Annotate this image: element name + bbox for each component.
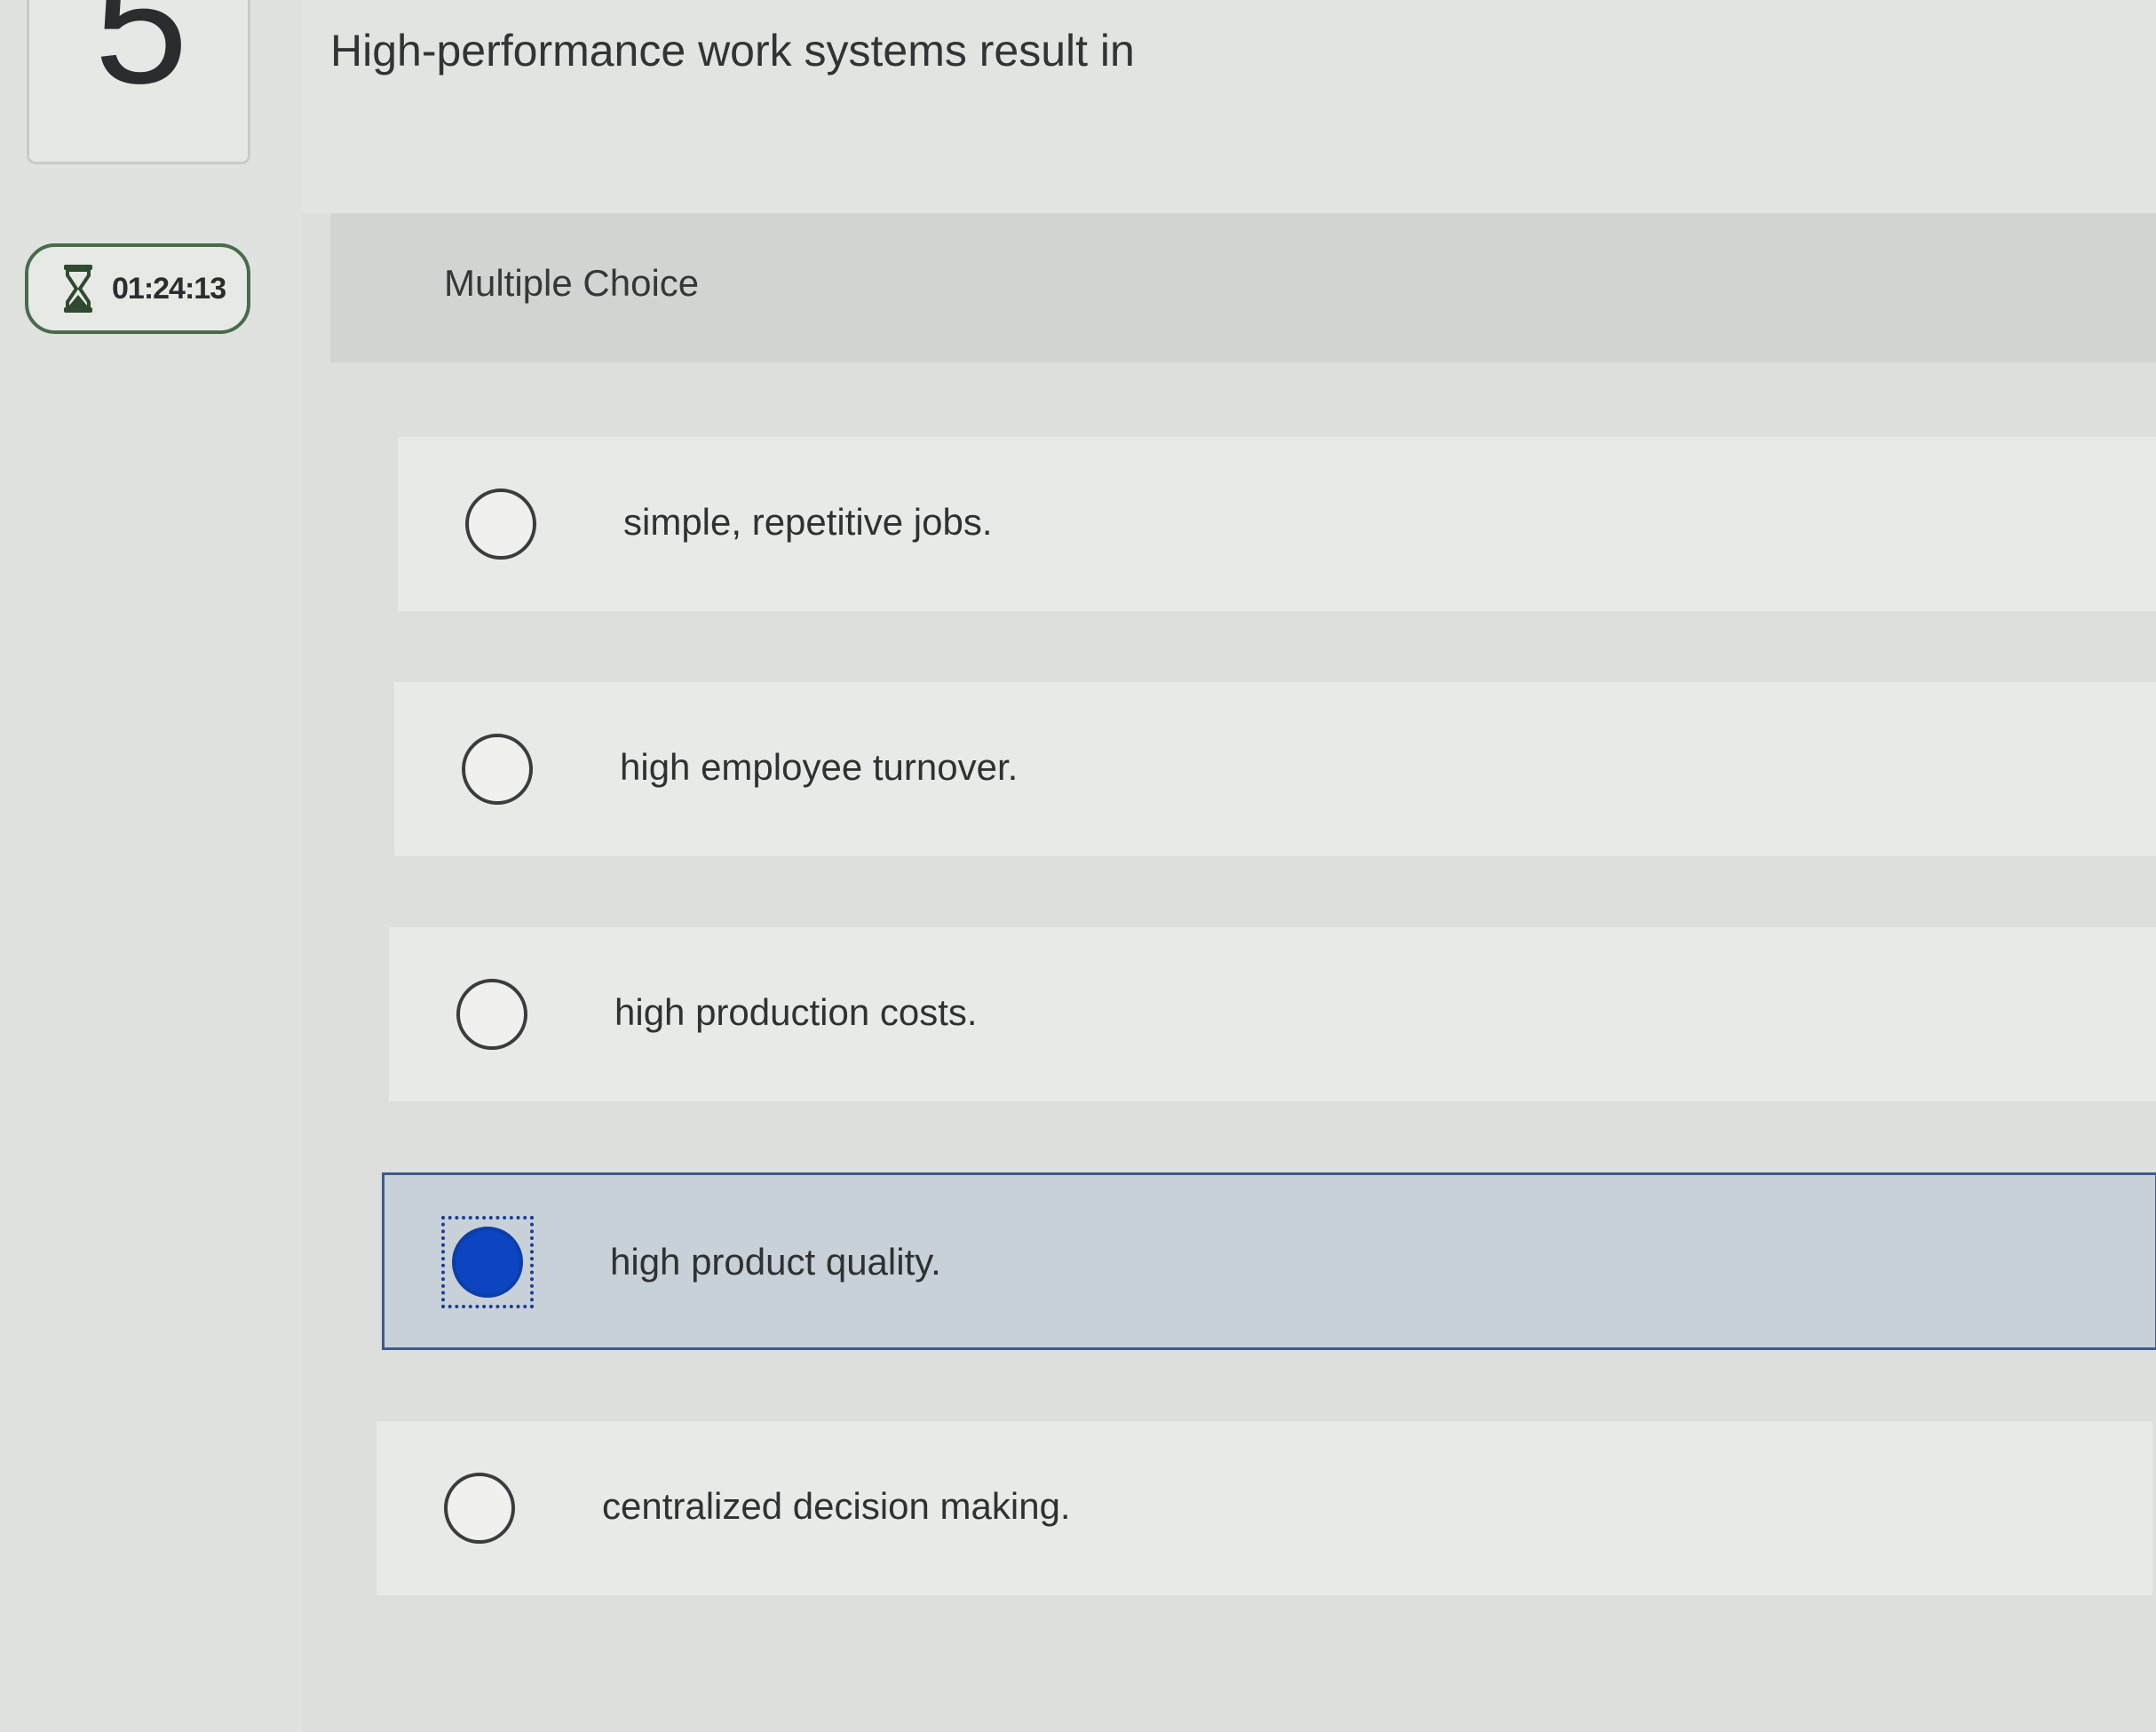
choice-label-2: high employee turnover. bbox=[620, 746, 1019, 788]
timer-button[interactable]: 01:24:13 bbox=[25, 243, 250, 334]
radio-button-3[interactable] bbox=[456, 979, 527, 1050]
timer-value: 01:24:13 bbox=[112, 271, 226, 306]
question-number: 5 bbox=[94, 0, 188, 119]
radio-button-4[interactable] bbox=[452, 1227, 523, 1298]
question-number-box: 5 bbox=[27, 0, 250, 164]
radio-button-2[interactable] bbox=[462, 734, 533, 805]
choice-option-3[interactable]: high production costs. bbox=[389, 927, 2156, 1101]
choice-option-5[interactable]: centralized decision making. bbox=[377, 1421, 2152, 1595]
question-text: High-performance work systems result in bbox=[330, 26, 1135, 75]
choice-option-4[interactable]: high product quality. bbox=[382, 1172, 2156, 1350]
radio-button-5[interactable] bbox=[444, 1473, 515, 1544]
choice-label-4: high product quality. bbox=[610, 1241, 941, 1283]
radio-button-1[interactable] bbox=[465, 489, 536, 560]
choice-option-1[interactable]: simple, repetitive jobs. bbox=[398, 437, 2156, 611]
question-type-label: Multiple Choice bbox=[444, 262, 700, 304]
hourglass-icon bbox=[64, 265, 92, 313]
choice-label-5: centralized decision making. bbox=[602, 1485, 1071, 1527]
choice-label-1: simple, repetitive jobs. bbox=[623, 501, 993, 543]
choice-label-3: high production costs. bbox=[614, 991, 978, 1033]
choice-option-2[interactable]: high employee turnover. bbox=[394, 682, 2156, 856]
